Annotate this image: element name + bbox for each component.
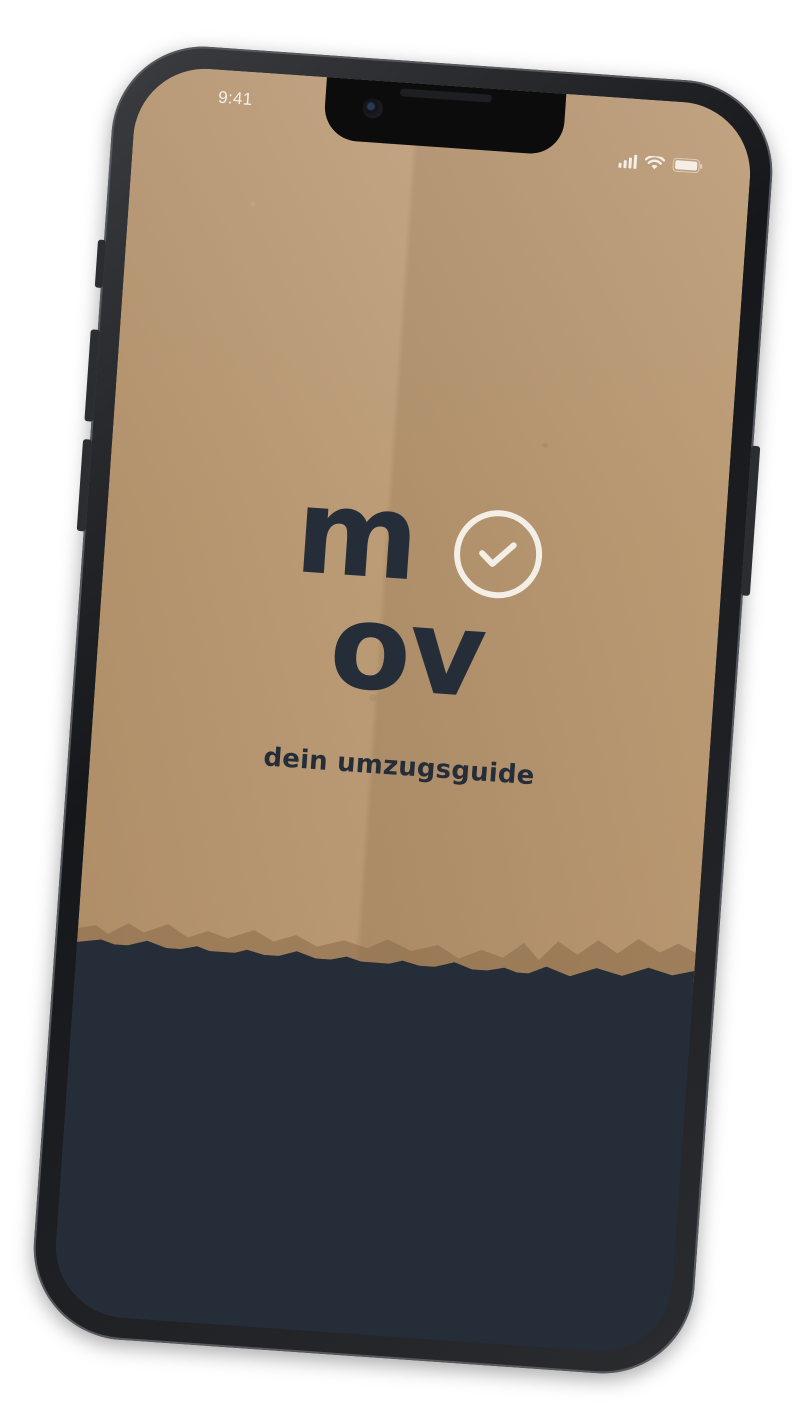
moov-logo: m ov — [262, 461, 579, 750]
bottom-panel — [51, 941, 694, 1357]
splash-screen: 9:41 m ov dein umzugsguide — [51, 63, 755, 1357]
screenshot-stage: 9:41 m ov dein umzugsguide — [0, 0, 800, 1419]
logo-text-ov: ov — [325, 575, 489, 725]
phone-device: 9:41 m ov dein umzugsguide — [27, 40, 779, 1380]
status-time: 9:41 — [217, 87, 254, 109]
signal-icon — [618, 154, 638, 169]
speaker-grille — [399, 88, 493, 103]
front-camera-icon — [362, 97, 384, 120]
battery-icon — [672, 157, 703, 174]
wifi-icon — [644, 155, 666, 171]
